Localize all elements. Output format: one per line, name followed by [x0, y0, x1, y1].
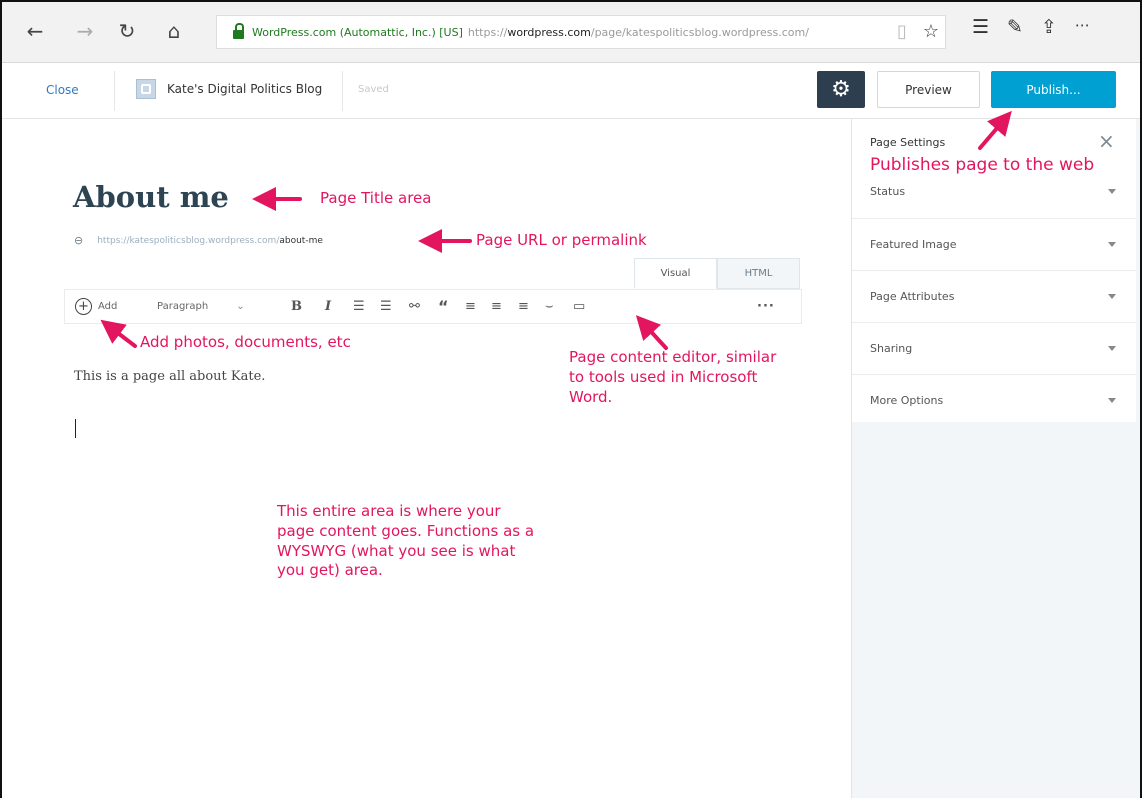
forward-icon[interactable]: → — [70, 16, 100, 46]
section-label: Status — [870, 185, 906, 198]
arrow-editor — [635, 315, 668, 350]
annotation-editor: Page content editor, similar to tools us… — [569, 348, 776, 407]
pen-icon[interactable]: ✎ — [1007, 16, 1023, 38]
url-prefix: https:// — [467, 25, 508, 39]
save-status: Saved — [358, 84, 389, 95]
toolbar-toggle-icon[interactable]: ▭ — [573, 290, 585, 323]
annotation-publish: Publishes page to the web — [870, 155, 1095, 175]
page-title[interactable]: About me — [73, 180, 229, 214]
chevron-down-icon — [1108, 346, 1116, 351]
chevron-down-icon: ⌄ — [236, 301, 245, 312]
editor-mode-tabs: Visual HTML — [634, 258, 800, 289]
chevron-down-icon — [1108, 398, 1116, 403]
align-center-icon[interactable]: ≡ — [491, 290, 502, 323]
annotation-add: Add photos, documents, etc — [140, 333, 351, 351]
browser-window: ← → ↻ ⌂ WordPress.com (Automattic, Inc.)… — [0, 0, 1142, 798]
read-more-icon[interactable]: ⌣ — [545, 290, 554, 323]
page-content-text[interactable]: This is a page all about Kate. — [74, 369, 265, 384]
annotation-area-line: This entire area is where your — [277, 502, 501, 520]
site-icon — [136, 79, 156, 99]
lock-icon — [233, 22, 244, 39]
divider — [114, 71, 115, 111]
favorite-star-icon[interactable]: ☆ — [923, 21, 939, 42]
url-domain: wordpress.com — [507, 25, 591, 39]
close-icon[interactable]: × — [1098, 129, 1115, 153]
editor-header: Close Kate's Digital Politics Blog Saved… — [2, 63, 1140, 119]
numbered-list-icon[interactable]: ☰ — [380, 290, 392, 323]
annotation-area-line: WYSWYG (what you see is what — [277, 541, 516, 560]
more-icon[interactable]: ··· — [757, 290, 775, 323]
certificate-label: WordPress.com (Automattic, Inc.) [US] — [252, 25, 463, 39]
home-icon[interactable]: ⌂ — [159, 16, 189, 46]
annotation-editor-line: Page content editor, similar — [569, 348, 777, 366]
tab-html[interactable]: HTML — [717, 258, 800, 289]
page-settings-sidebar: Page Settings × Status Featured Image Pa… — [851, 119, 1140, 798]
more-icon[interactable]: ⋯ — [1075, 16, 1090, 38]
annotation-area-line: you get) area. — [277, 561, 383, 580]
section-sharing[interactable]: Sharing — [852, 322, 1136, 374]
arrow-add — [100, 319, 137, 348]
gear-icon: ⚙ — [831, 77, 851, 102]
back-icon[interactable]: ← — [20, 16, 50, 46]
site-selector[interactable]: Kate's Digital Politics Blog — [136, 79, 322, 99]
favorites-icon[interactable]: ☰ — [972, 16, 989, 38]
annotation-content-area: This entire area is where your page cont… — [277, 502, 534, 581]
text-cursor — [75, 419, 76, 438]
divider — [342, 71, 343, 111]
section-label: Page Attributes — [870, 290, 955, 303]
annotation-editor-line: Word. — [569, 387, 613, 406]
permalink-base: https://katespoliticsblog.wordpress.com/ — [97, 235, 280, 246]
settings-gear-button[interactable]: ⚙ — [817, 71, 865, 108]
close-button[interactable]: Close — [46, 83, 79, 97]
align-left-icon[interactable]: ≡ — [465, 290, 476, 323]
reading-view-icon[interactable]: ▯ — [897, 21, 907, 42]
format-select-value: Paragraph — [157, 301, 209, 312]
publish-button[interactable]: Publish... — [991, 71, 1116, 108]
link-icon[interactable]: ⚯ — [409, 290, 420, 323]
chevron-down-icon — [1108, 294, 1116, 299]
annotation-url: Page URL or permalink — [476, 231, 647, 249]
page-settings-title: Page Settings — [870, 136, 946, 149]
chevron-down-icon — [1108, 189, 1116, 194]
section-label: Sharing — [870, 342, 913, 355]
annotation-editor-line: to tools used in Microsoft — [569, 367, 758, 386]
chevron-down-icon — [1108, 242, 1116, 247]
section-label: Featured Image — [870, 238, 957, 251]
format-select[interactable]: Paragraph ⌄ — [157, 290, 245, 323]
plus-circle-icon: + — [75, 298, 92, 315]
browser-toolbar: ← → ↻ ⌂ WordPress.com (Automattic, Inc.)… — [2, 2, 1140, 63]
url-path: /page/katespoliticsblog.wordpress.com/ — [590, 25, 809, 39]
permalink[interactable]: ⊖ https://katespoliticsblog.wordpress.co… — [74, 234, 323, 247]
link-icon: ⊖ — [74, 234, 84, 247]
site-name: Kate's Digital Politics Blog — [167, 82, 323, 96]
bullet-list-icon[interactable]: ☰ — [353, 290, 365, 323]
preview-button[interactable]: Preview — [877, 71, 980, 108]
share-icon[interactable]: ⇪ — [1041, 16, 1057, 38]
permalink-slug[interactable]: about-me — [279, 236, 323, 246]
annotation-title: Page Title area — [320, 189, 432, 207]
refresh-icon[interactable]: ↻ — [112, 16, 142, 46]
annotation-area-line: page content goes. Functions as a — [277, 521, 535, 540]
bold-icon[interactable]: B — [291, 290, 302, 323]
section-more-options[interactable]: More Options — [852, 374, 1136, 426]
editor-toolbar: + Add Paragraph ⌄ B I ☰ ☰ ⚯ “ ≡ ≡ ≡ ⌣ ▭ … — [64, 289, 802, 324]
section-featured-image[interactable]: Featured Image — [852, 218, 1136, 270]
section-label: More Options — [870, 394, 944, 407]
tab-visual[interactable]: Visual — [634, 258, 717, 289]
section-page-attributes[interactable]: Page Attributes — [852, 270, 1136, 322]
add-media-button[interactable]: + Add — [75, 290, 117, 323]
blockquote-icon[interactable]: “ — [438, 290, 449, 323]
add-label: Add — [98, 301, 118, 312]
address-bar[interactable]: WordPress.com (Automattic, Inc.) [US] ht… — [216, 15, 946, 49]
italic-icon[interactable]: I — [325, 290, 331, 323]
align-right-icon[interactable]: ≡ — [518, 290, 529, 323]
